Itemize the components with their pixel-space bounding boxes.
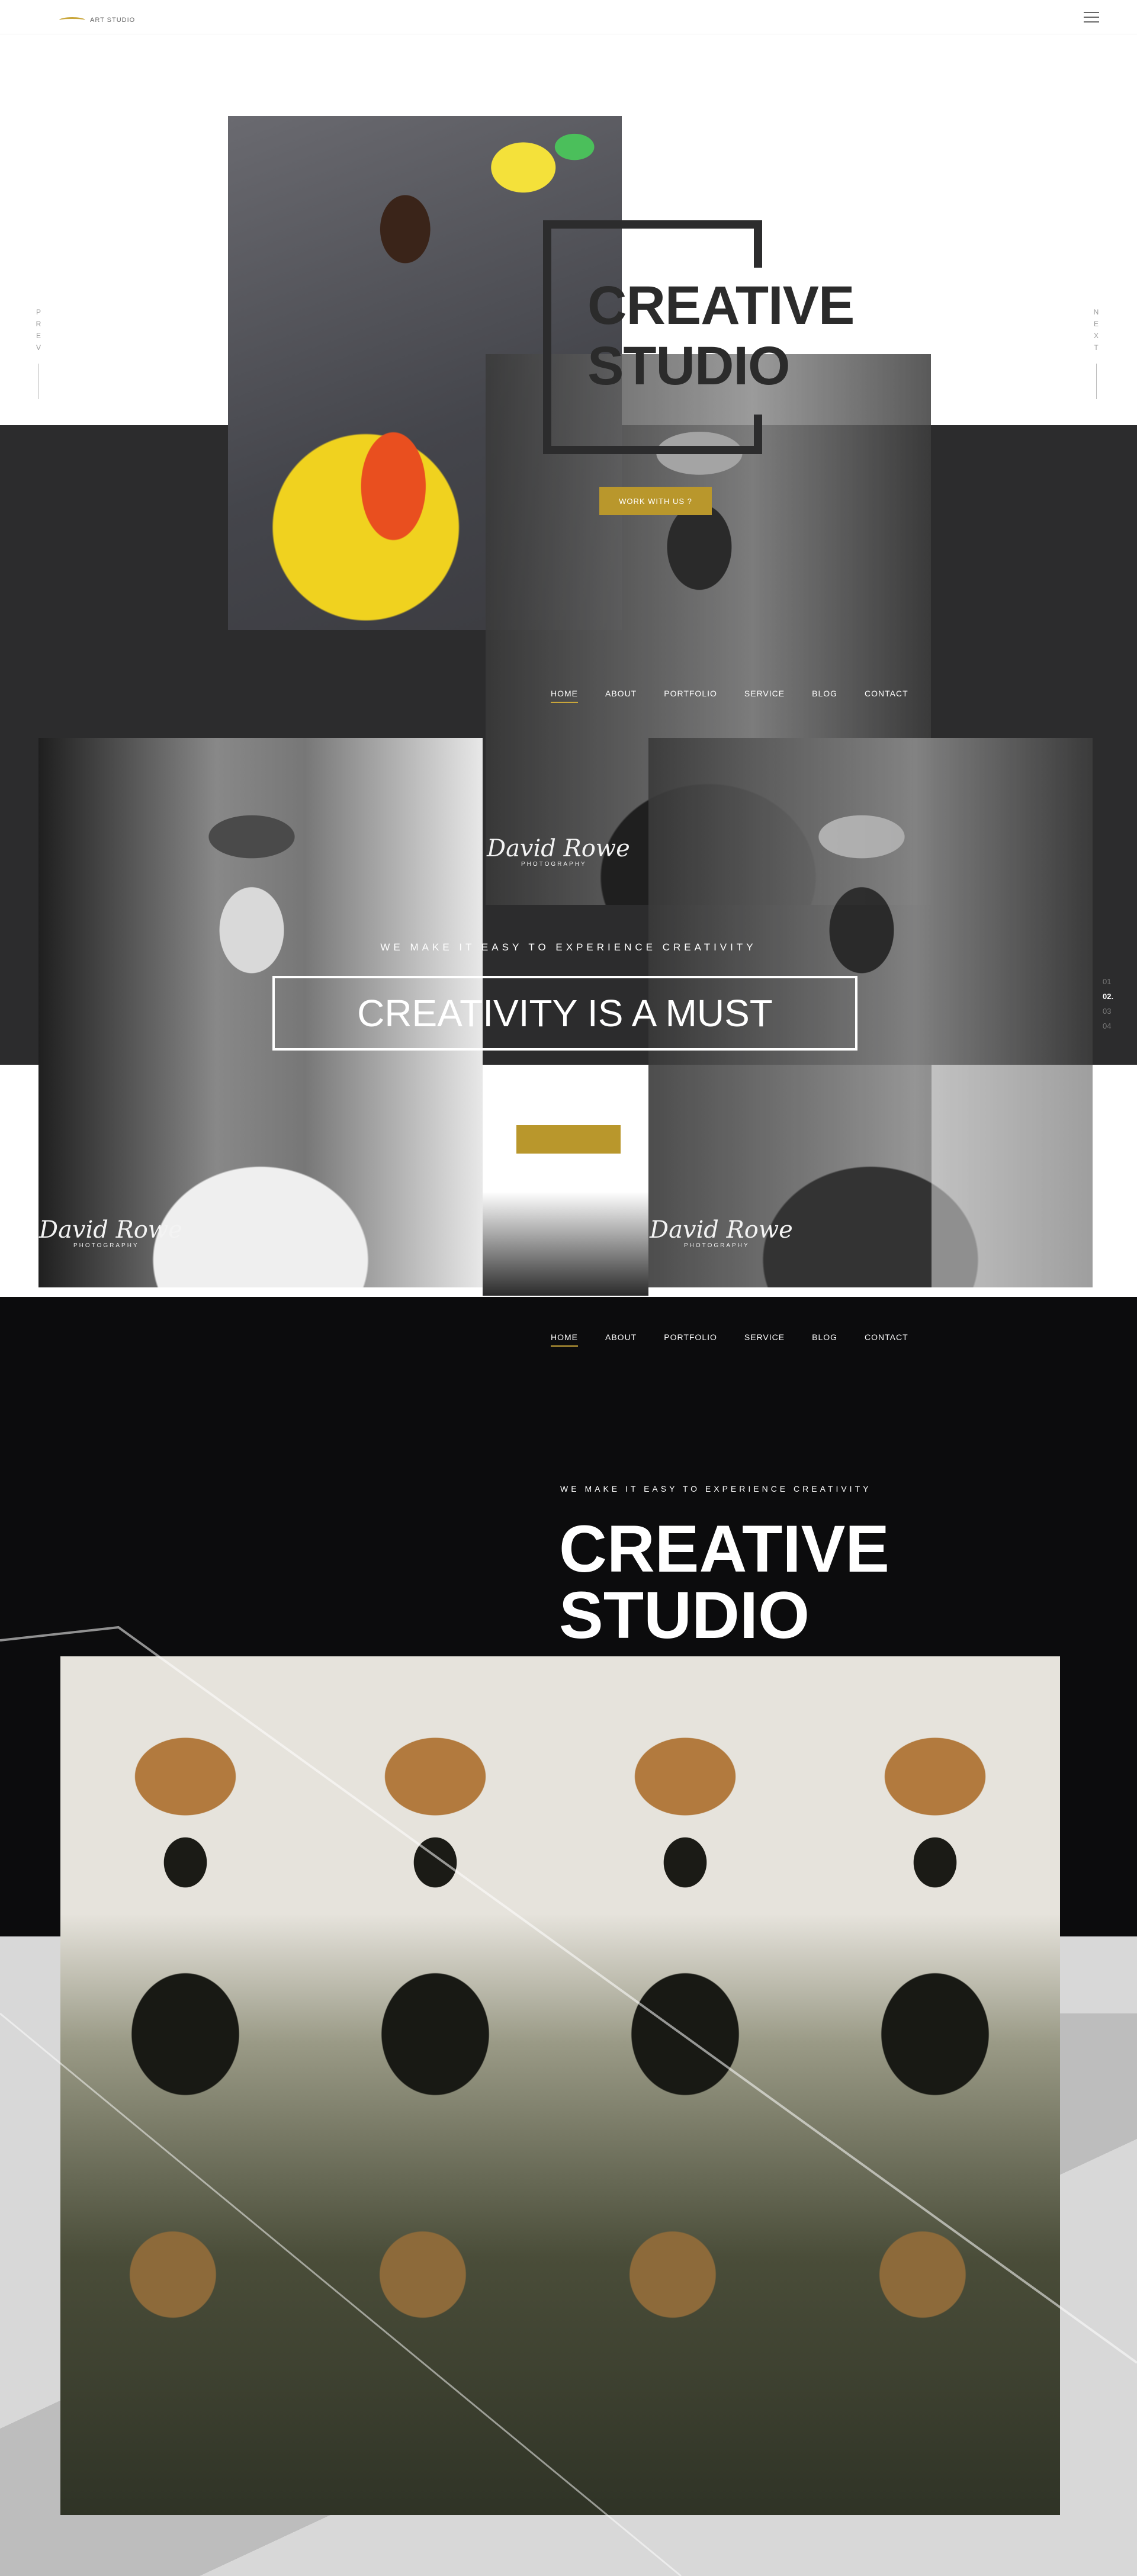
nav-service[interactable]: SERVICE bbox=[744, 689, 785, 703]
main-nav-2: HOME ABOUT PORTFOLIO SERVICE BLOG CONTAC… bbox=[551, 1332, 908, 1347]
section3-tagline: WE MAKE IT EASY TO EXPERIENCE CREATIVITY bbox=[560, 1484, 872, 1493]
watermark-name-2: David Rowe bbox=[39, 1216, 182, 1244]
main-nav: HOME ABOUT PORTFOLIO SERVICE BLOG CONTAC… bbox=[551, 689, 908, 703]
pager-1[interactable]: 01 bbox=[1103, 977, 1113, 986]
logo-text: ART STUDIO bbox=[90, 17, 136, 24]
nav2-about[interactable]: ABOUT bbox=[605, 1332, 637, 1347]
nav-about[interactable]: ABOUT bbox=[605, 689, 637, 703]
title-frame-tab-bottom bbox=[754, 415, 762, 454]
creativity-headline-box: CREATIVITY IS A MUST bbox=[272, 976, 857, 1051]
nav-home[interactable]: HOME bbox=[551, 689, 578, 703]
page: ART STUDIO PREV NEXT CREATIVE STUDIO WOR… bbox=[0, 0, 1137, 2576]
watermark-sub: PHOTOGRAPHY bbox=[521, 861, 587, 868]
watermark-name-3: David Rowe bbox=[650, 1216, 793, 1244]
grid-gap-fade bbox=[483, 1065, 648, 1296]
work-with-us-button[interactable]: WORK WITH US ? bbox=[599, 487, 712, 515]
diagonal-lines bbox=[0, 1626, 1137, 2576]
hero-title-line2: STUDIO bbox=[587, 336, 791, 396]
nav-contact[interactable]: CONTACT bbox=[865, 689, 908, 703]
watermark-sub-2: PHOTOGRAPHY bbox=[73, 1242, 139, 1249]
top-bar: ART STUDIO bbox=[0, 0, 1137, 34]
nav-blog[interactable]: BLOG bbox=[812, 689, 837, 703]
nav2-blog[interactable]: BLOG bbox=[812, 1332, 837, 1347]
title-frame-tab-top bbox=[754, 220, 762, 268]
pager-2[interactable]: 02. bbox=[1103, 992, 1113, 1001]
next-control[interactable]: NEXT bbox=[1092, 308, 1100, 399]
nav-portfolio[interactable]: PORTFOLIO bbox=[664, 689, 717, 703]
section2-tagline: WE MAKE IT EASY TO EXPERIENCE CREATIVITY bbox=[380, 942, 757, 953]
hamburger-icon[interactable] bbox=[1084, 12, 1099, 23]
section3-title-line1: CREATIVE bbox=[559, 1512, 889, 1586]
prev-label: PREV bbox=[34, 308, 43, 355]
hero-title-line1: CREATIVE bbox=[587, 275, 855, 336]
nav2-service[interactable]: SERVICE bbox=[744, 1332, 785, 1347]
pager-4[interactable]: 04 bbox=[1103, 1022, 1113, 1030]
nav2-home[interactable]: HOME bbox=[551, 1332, 578, 1347]
logo[interactable]: ART STUDIO bbox=[59, 17, 135, 24]
watermark-sub-3: PHOTOGRAPHY bbox=[684, 1242, 750, 1249]
prev-control[interactable]: PREV bbox=[34, 308, 43, 399]
next-line bbox=[1096, 364, 1097, 399]
watermark-name: David Rowe bbox=[487, 835, 630, 862]
nav2-contact[interactable]: CONTACT bbox=[865, 1332, 908, 1347]
section2-button[interactable] bbox=[516, 1125, 621, 1154]
nav2-portfolio[interactable]: PORTFOLIO bbox=[664, 1332, 717, 1347]
logo-mark-icon bbox=[59, 17, 85, 23]
creativity-headline: CREATIVITY IS A MUST bbox=[357, 992, 773, 1035]
prev-line bbox=[38, 364, 39, 399]
next-label: NEXT bbox=[1092, 308, 1100, 355]
pager-3[interactable]: 03 bbox=[1103, 1007, 1113, 1016]
slide-pager: 01 02. 03 04 bbox=[1103, 977, 1113, 1030]
grid-overlay bbox=[932, 1065, 1093, 1287]
